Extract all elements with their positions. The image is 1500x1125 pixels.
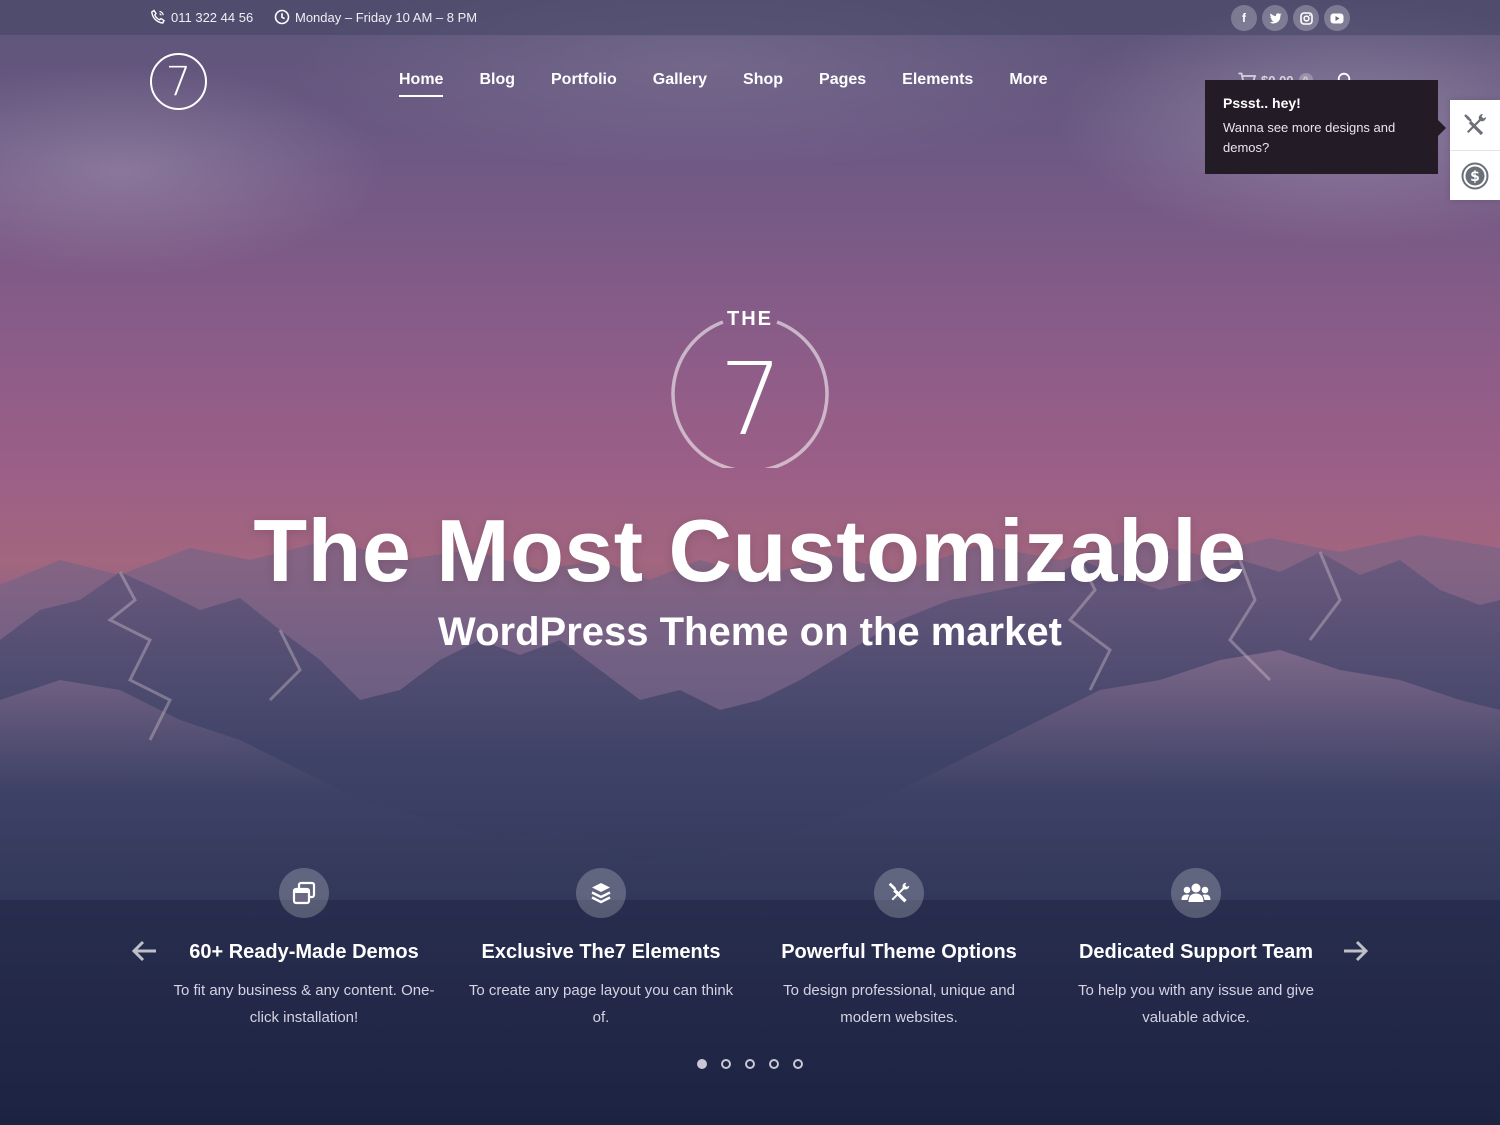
feature-title: Dedicated Support Team <box>1078 941 1314 963</box>
feature-icon-circle <box>279 868 329 918</box>
dollar-icon: $ <box>1461 162 1489 189</box>
nav-item-shop[interactable]: Shop <box>743 71 783 89</box>
popup-text: Wanna see more designs and demos? <box>1223 120 1396 155</box>
nav-item-elements[interactable]: Elements <box>902 71 973 89</box>
feature-description: To create any page layout you can think … <box>468 982 734 1026</box>
side-panel: $ <box>1450 100 1500 200</box>
slider-dot-active[interactable] <box>697 1059 707 1069</box>
feature-title: 60+ Ready-Made Demos <box>189 941 419 963</box>
top-bar: 011 322 44 56 Monday – Friday 10 AM – 8 … <box>0 0 1500 36</box>
slider-pagination <box>697 1059 817 1069</box>
demos-popup[interactable]: Pssst.. hey! Wanna see more designs and … <box>1205 80 1446 174</box>
clock-icon <box>274 9 290 25</box>
hero-subtitle: WordPress Theme on the market <box>438 610 1062 654</box>
tools-icon <box>1464 114 1486 136</box>
pricing-button[interactable]: $ <box>1450 150 1500 200</box>
tools-icon <box>888 882 910 903</box>
hero-logo-small-text: THE <box>727 308 773 330</box>
feature-icon-circle <box>576 868 626 918</box>
feature-title: Powerful Theme Options <box>781 941 1017 963</box>
phone-number: 011 322 44 56 <box>171 9 254 25</box>
facebook-icon[interactable]: f <box>1231 5 1257 31</box>
main-navigation: Home Blog Portfolio Gallery Shop Pages E… <box>399 71 1084 97</box>
slider-dot[interactable] <box>793 1059 803 1069</box>
feature-card: Powerful Theme Options To design profess… <box>749 868 1049 1031</box>
nav-item-blog[interactable]: Blog <box>479 71 515 89</box>
nav-item-home[interactable]: Home <box>399 71 444 97</box>
feature-description: To help you with any issue and give valu… <box>1078 982 1314 1026</box>
hero-logo: THE 7 <box>671 308 829 468</box>
nav-item-gallery[interactable]: Gallery <box>653 71 707 89</box>
slider-dot[interactable] <box>745 1059 755 1069</box>
nav-item-more[interactable]: More <box>1009 71 1047 89</box>
nav-item-portfolio[interactable]: Portfolio <box>551 71 617 89</box>
hours-info: Monday – Friday 10 AM – 8 PM <box>274 9 477 25</box>
feature-card: 60+ Ready-Made Demos To fit any business… <box>154 868 454 1031</box>
nav-item-pages[interactable]: Pages <box>819 71 866 89</box>
feature-icon-circle <box>1171 868 1221 918</box>
phone-info[interactable]: 011 322 44 56 <box>150 9 253 25</box>
site-logo[interactable]: 7 <box>150 53 207 110</box>
slider-dot[interactable] <box>769 1059 779 1069</box>
social-links: f <box>1231 5 1355 31</box>
windows-icon <box>292 881 316 905</box>
feature-description: To design professional, unique and moder… <box>783 982 1015 1026</box>
hero-title: The Most Customizable <box>253 501 1247 600</box>
feature-card: Dedicated Support Team To help you with … <box>1046 868 1346 1031</box>
slider-dot[interactable] <box>721 1059 731 1069</box>
users-icon <box>1181 883 1211 902</box>
feature-card: Exclusive The7 Elements To create any pa… <box>451 868 751 1031</box>
feature-title: Exclusive The7 Elements <box>481 941 721 963</box>
popup-title: Pssst.. hey! <box>1223 95 1301 111</box>
twitter-icon[interactable] <box>1262 5 1288 31</box>
feature-description: To fit any business & any content. One-c… <box>173 982 435 1026</box>
opening-hours: Monday – Friday 10 AM – 8 PM <box>295 9 478 25</box>
instagram-icon[interactable] <box>1293 5 1319 31</box>
layers-icon <box>591 883 611 904</box>
svg-text:$: $ <box>1470 169 1480 185</box>
youtube-icon[interactable] <box>1324 5 1350 31</box>
phone-icon <box>151 9 165 24</box>
tools-button[interactable] <box>1450 100 1500 150</box>
feature-icon-circle <box>874 868 924 918</box>
hero-logo-number: 7 <box>719 341 783 458</box>
